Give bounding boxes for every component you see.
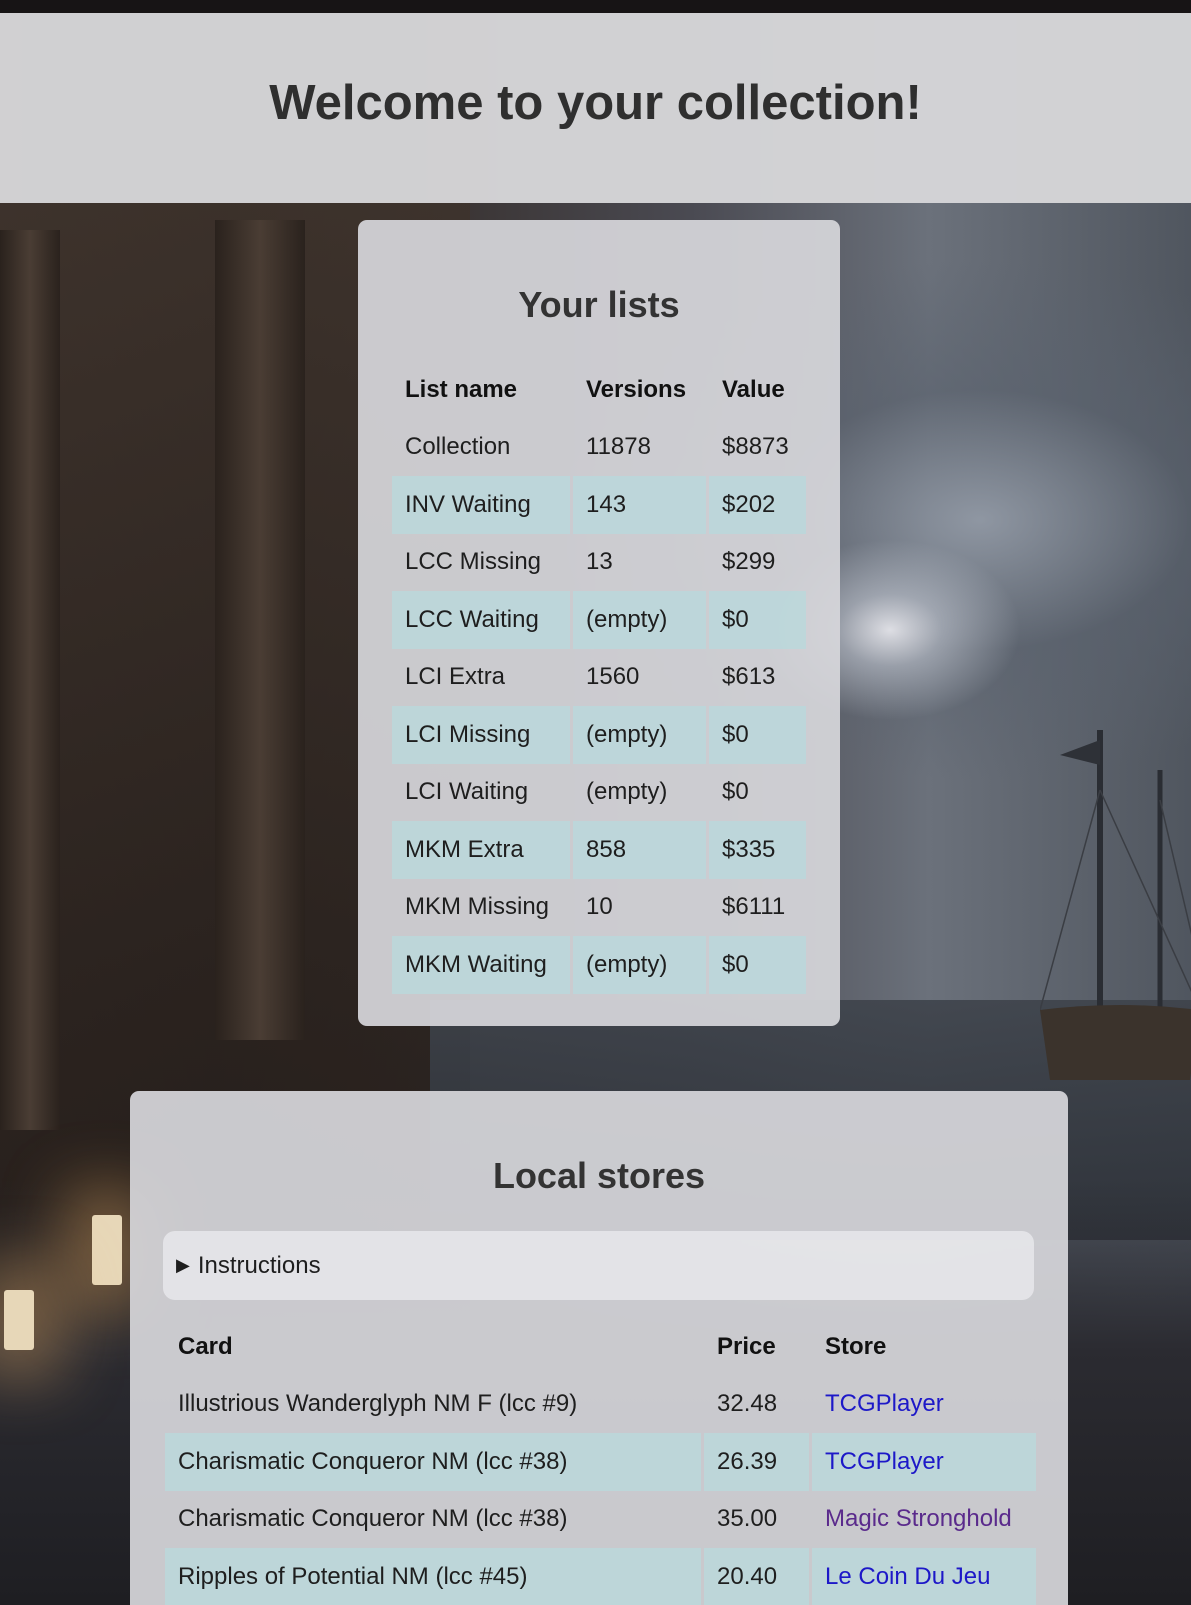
list-value: $0 [709,591,806,649]
table-row[interactable]: MKM Waiting (empty) $0 [392,936,806,994]
table-row[interactable]: LCC Waiting (empty) $0 [392,591,806,649]
store-cell: TCGPlayer [812,1433,1036,1491]
store-link[interactable]: TCGPlayer [825,1390,944,1417]
store-link[interactable]: TCGPlayer [825,1448,944,1475]
stores-table: Card Price Store Illustrious Wanderglyph… [162,1318,1039,1605]
list-versions: (empty) [573,591,706,649]
stores-title: Local stores [492,1155,706,1196]
list-value: $299 [722,548,776,576]
page-header: Welcome to your collection! [0,13,1191,203]
instructions-toggle[interactable]: ▶ Instructions [163,1231,1034,1300]
column-header-price: Price [717,1332,776,1360]
store-cell: Magic Stronghold [812,1491,1036,1549]
list-versions: 1560 [586,663,640,691]
list-versions: (empty) [586,778,668,806]
list-name: LCI Waiting [405,778,529,806]
lists-table: List name Versions Value Collection 1187… [389,361,809,994]
stores-panel: Local stores ▶ Instructions Card Price S… [130,1091,1068,1605]
background-ship [1040,730,1191,1080]
table-row[interactable]: LCC Missing 13 $299 [392,534,806,592]
store-cell: TCGPlayer [812,1376,1036,1434]
table-row: Charismatic Conqueror NM (lcc #38) 35.00… [165,1491,1036,1549]
card-name: Charismatic Conqueror NM (lcc #38) [165,1433,701,1491]
table-row[interactable]: LCI Waiting (empty) $0 [392,764,806,822]
table-row[interactable]: Collection 11878 $8873 [392,419,806,477]
disclosure-triangle-icon: ▶ [176,1255,190,1275]
store-link[interactable]: Le Coin Du Jeu [825,1563,990,1590]
list-name: MKM Extra [392,821,570,879]
list-name: INV Waiting [392,476,570,534]
top-strip [0,0,1191,13]
list-versions: 143 [573,476,706,534]
card-name: Charismatic Conqueror NM (lcc #38) [178,1505,568,1533]
list-value: $202 [709,476,806,534]
table-row: Illustrious Wanderglyph NM F (lcc #9) 32… [165,1376,1036,1434]
table-row: Ripples of Potential NM (lcc #45) 20.40 … [165,1548,1036,1605]
list-name: Collection [405,433,511,461]
list-value: $0 [722,778,749,806]
lists-header-row: List name Versions Value [392,361,806,419]
list-versions: 858 [573,821,706,879]
store-cell: Le Coin Du Jeu [812,1548,1036,1605]
list-name: MKM Missing [405,893,550,921]
list-value: $335 [709,821,806,879]
list-name: LCC Waiting [392,591,570,649]
list-name: LCC Missing [405,548,542,576]
stores-header-row: Card Price Store [165,1318,1036,1376]
lists-title: Your lists [518,284,680,325]
table-row[interactable]: INV Waiting 143 $202 [392,476,806,534]
list-versions: 10 [586,893,613,921]
list-value: $0 [709,936,806,994]
card-name: Ripples of Potential NM (lcc #45) [165,1548,701,1605]
candle-icon [92,1215,122,1285]
card-price: 20.40 [704,1548,809,1605]
background-pillar [0,230,60,1130]
column-header-list-name: List name [405,375,518,403]
card-price: 32.48 [717,1390,778,1418]
list-versions: (empty) [573,706,706,764]
list-name: LCI Extra [405,663,506,691]
list-value: $6111 [722,893,786,921]
table-row[interactable]: LCI Extra 1560 $613 [392,649,806,707]
instructions-label: Instructions [197,1251,321,1279]
page-title: Welcome to your collection! [269,76,922,130]
list-value: $8873 [722,433,789,461]
table-row[interactable]: LCI Missing (empty) $0 [392,706,806,764]
list-name: MKM Waiting [392,936,570,994]
lists-panel: Your lists List name Versions Value Coll… [358,220,840,1026]
card-price: 26.39 [704,1433,809,1491]
column-header-value: Value [722,375,785,403]
list-versions: 11878 [586,433,651,461]
list-versions: (empty) [573,936,706,994]
list-versions: 13 [586,548,613,576]
list-value: $0 [709,706,806,764]
table-row: Charismatic Conqueror NM (lcc #38) 26.39… [165,1433,1036,1491]
list-value: $613 [722,663,776,691]
table-row[interactable]: MKM Extra 858 $335 [392,821,806,879]
column-header-card: Card [178,1332,233,1360]
candle-icon [4,1290,34,1350]
card-price: 35.00 [717,1505,778,1533]
store-link[interactable]: Magic Stronghold [825,1505,1012,1532]
table-row[interactable]: MKM Missing 10 $6111 [392,879,806,937]
background-pillar [215,220,305,1040]
column-header-versions: Versions [586,375,687,403]
list-name: LCI Missing [392,706,570,764]
card-name: Illustrious Wanderglyph NM F (lcc #9) [178,1390,578,1418]
column-header-store: Store [825,1332,887,1360]
